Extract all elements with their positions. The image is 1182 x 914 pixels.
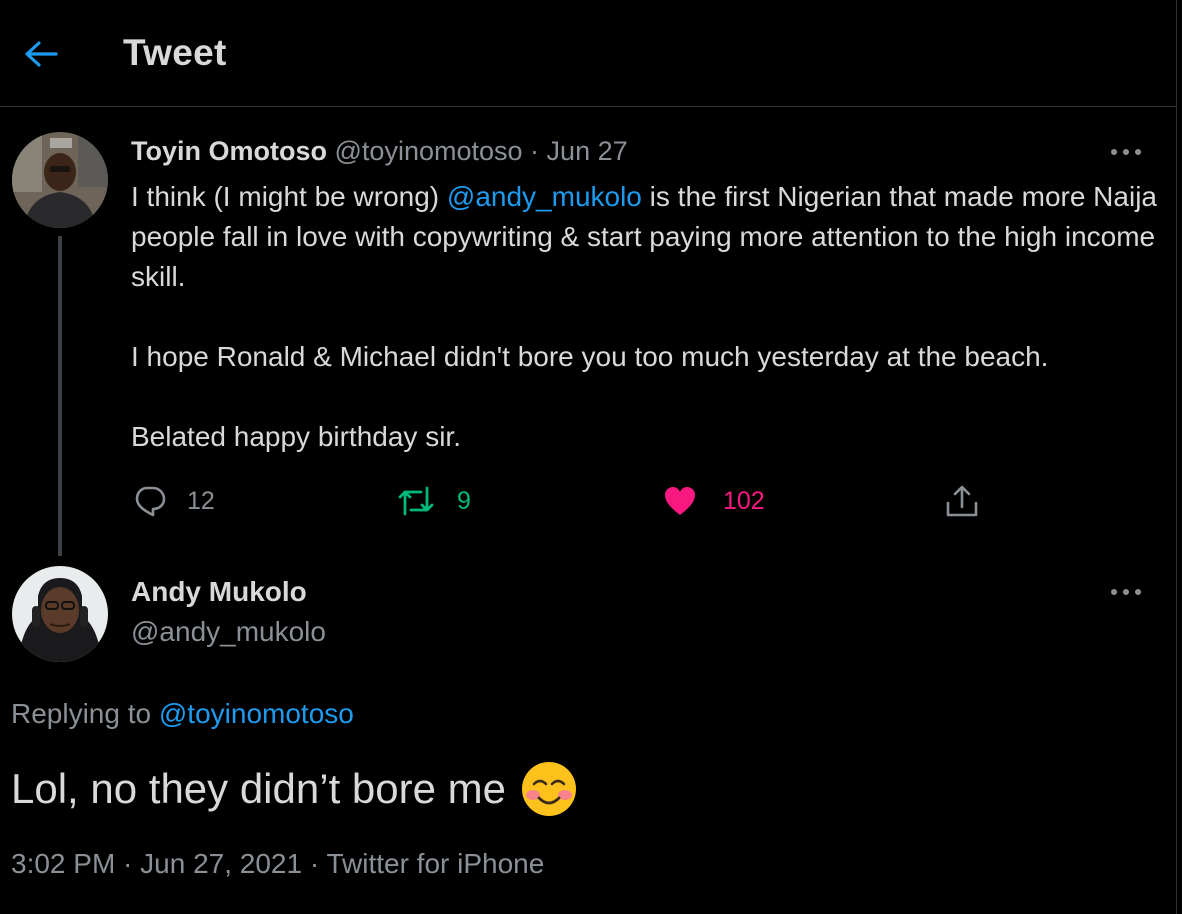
tweet-text: Lol, no they didn’t bore me xyxy=(11,765,506,812)
column-border xyxy=(1176,106,1177,914)
smiling-face-with-blush-emoji-icon xyxy=(521,762,576,816)
author-name[interactable]: Andy Mukolo xyxy=(131,576,307,608)
tweet-date[interactable]: Jun 27 xyxy=(547,136,628,166)
retweet-count: 9 xyxy=(457,486,471,515)
reply-icon xyxy=(135,486,166,517)
paragraph-1: I think (I might be wrong) @andy_mukolo … xyxy=(131,177,1161,297)
paragraph-3: Belated happy birthday sir. xyxy=(131,421,461,452)
back-arrow-icon[interactable] xyxy=(22,38,58,70)
like-count: 102 xyxy=(723,486,765,515)
replying-label: Replying to xyxy=(11,698,159,729)
replying-mention[interactable]: @toyinomotoso xyxy=(159,698,354,729)
avatar-andy[interactable] xyxy=(12,566,108,662)
parent-tweet-header: Toyin Omotoso @toyinomotoso · Jun 27 xyxy=(131,136,628,167)
parent-tweet-text: I think (I might be wrong) @andy_mukolo … xyxy=(131,177,1161,457)
retweet-icon xyxy=(398,486,434,516)
like-button[interactable]: 102 xyxy=(663,482,765,520)
body-text: I think (I might be wrong) xyxy=(131,181,447,212)
tweet-timestamp-source[interactable]: 3:02 PM · Jun 27, 2021 · Twitter for iPh… xyxy=(11,848,544,880)
page-title: Tweet xyxy=(123,32,227,73)
reply-count: 12 xyxy=(187,486,215,515)
retweet-button[interactable]: 9 xyxy=(397,482,471,520)
author-handle[interactable]: @andy_mukolo xyxy=(131,616,326,648)
heart-filled-icon xyxy=(665,487,695,515)
author-name[interactable]: Toyin Omotoso xyxy=(131,136,327,166)
main-tweet-text: Lol, no they didn’t bore me xyxy=(11,760,578,818)
thread-connector xyxy=(58,236,62,556)
more-options-icon[interactable] xyxy=(1109,586,1143,598)
separator-dot: · xyxy=(530,136,540,166)
share-button[interactable] xyxy=(945,482,979,520)
avatar-toyin[interactable] xyxy=(12,132,108,228)
paragraph-2: I hope Ronald & Michael didn't bore you … xyxy=(131,341,1049,372)
page-header: Tweet xyxy=(0,0,1177,107)
author-handle[interactable]: @toyinomotoso xyxy=(335,136,523,166)
mention-link[interactable]: @andy_mukolo xyxy=(447,181,642,212)
more-options-icon[interactable] xyxy=(1109,146,1143,158)
replying-to: Replying to @toyinomotoso xyxy=(11,698,354,730)
share-icon xyxy=(946,485,978,517)
reply-button[interactable]: 12 xyxy=(133,482,215,520)
